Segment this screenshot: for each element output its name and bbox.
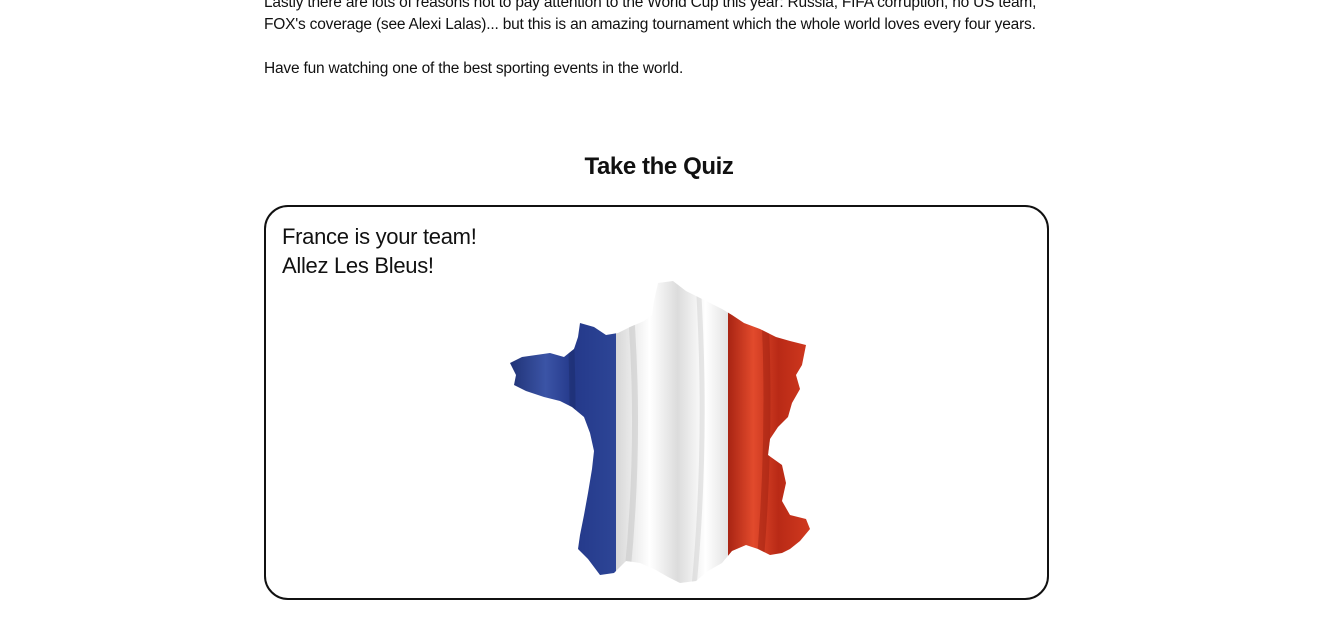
france-flag-map-icon xyxy=(510,281,810,583)
quiz-result-line: France is your team! xyxy=(282,224,477,249)
article-body: Lastly there are lots of reasons not to … xyxy=(264,0,1054,102)
article-paragraph: Have fun watching one of the best sporti… xyxy=(264,60,684,77)
quiz-heading: Take the Quiz xyxy=(584,153,734,180)
quiz-result-line: Allez Les Bleus! xyxy=(282,253,434,278)
article-paragraph: Lastly there are lots of reasons not to … xyxy=(264,0,1037,33)
quiz-result-card: France is your team! Allez Les Bleus! xyxy=(264,205,1049,600)
flag-blue-stripe xyxy=(510,281,616,583)
quiz-result-text: France is your team! Allez Les Bleus! xyxy=(282,222,477,280)
